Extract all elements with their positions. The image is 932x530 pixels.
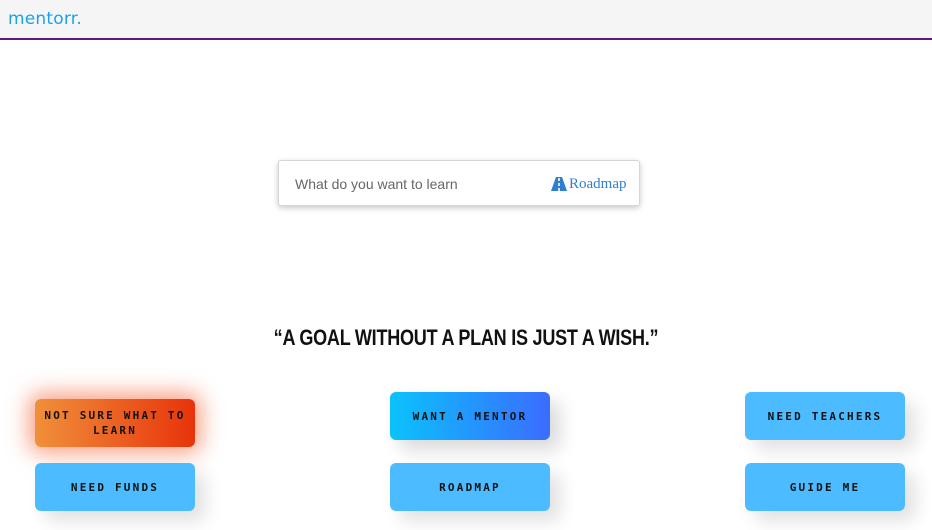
roadmap-search-label: Roadmap [569, 175, 627, 192]
navbar: mentorr. [0, 0, 932, 40]
brand-logo[interactable]: mentorr. [8, 9, 82, 29]
not-sure-what-to-learn-button[interactable]: NOT SURE WHAT TO LEARN [35, 399, 195, 447]
need-teachers-button[interactable]: NEED TEACHERS [745, 392, 905, 440]
need-funds-button[interactable]: NEED FUNDS [35, 463, 195, 511]
roadmap-button[interactable]: ROADMAP [390, 463, 550, 511]
road-icon [551, 177, 567, 191]
roadmap-search-button[interactable]: Roadmap [551, 174, 627, 194]
search-box: Roadmap [278, 160, 640, 206]
guide-me-button[interactable]: GUIDE ME [745, 463, 905, 511]
search-input[interactable] [287, 169, 537, 199]
want-a-mentor-button[interactable]: WANT A MENTOR [390, 392, 550, 440]
quote-heading: “A GOAL WITHOUT A PLAN IS JUST A WISH.” [273, 325, 659, 350]
